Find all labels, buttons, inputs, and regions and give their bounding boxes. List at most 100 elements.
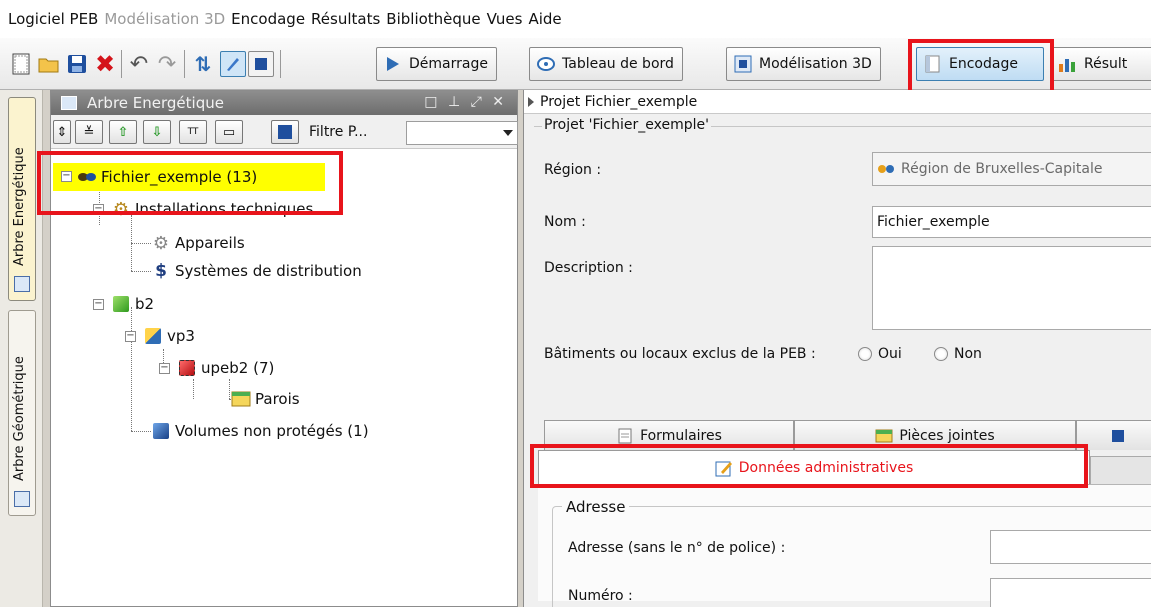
tab-pieces-jointes-label: Pièces jointes — [899, 427, 995, 444]
menu-modelisation-3d[interactable]: Modélisation 3D — [104, 10, 225, 28]
description-field[interactable] — [872, 246, 1151, 330]
tab-arbre-energetique[interactable]: Arbre Energétique — [8, 97, 36, 301]
dashboard-icon — [536, 55, 556, 73]
cube-icon — [1109, 427, 1127, 445]
tree-node-systemes-distribution[interactable]: $ Systèmes de distribution — [151, 259, 362, 283]
breadcrumb-label: Projet Fichier_exemple — [540, 93, 698, 110]
region-icon — [877, 163, 895, 175]
tab-formulaires[interactable]: Formulaires — [544, 420, 794, 450]
adresse-field[interactable] — [990, 530, 1151, 564]
expand-all-icon[interactable]: ⇕ — [53, 120, 71, 144]
document-icon — [923, 55, 943, 73]
group-title: Projet 'Fichier_exemple' — [542, 117, 711, 133]
modelisation-3d-button[interactable]: Modélisation 3D — [726, 47, 881, 81]
tree-node-fichier-exemple[interactable]: Fichier_exemple (13) — [77, 165, 257, 189]
tree-panel-title: Arbre Energétique — [87, 94, 224, 112]
tab-arbre-geometrique-label: Arbre Géométrique — [12, 356, 27, 481]
close-icon[interactable]: ✖ — [92, 50, 118, 78]
tree-connector — [131, 271, 151, 272]
radio-circle — [858, 347, 872, 361]
menu-logiciel-peb[interactable]: Logiciel PEB — [8, 10, 98, 28]
gears-icon: ⚙ — [112, 198, 130, 220]
adresse-title: Adresse — [562, 498, 630, 516]
tree-panel-icon — [14, 276, 30, 292]
undo-icon[interactable]: ↶ — [126, 51, 152, 77]
region-field[interactable]: Région de Bruxelles-Capitale — [872, 152, 1151, 186]
encodage-button[interactable]: Encodage — [916, 47, 1044, 81]
nom-value: Fichier_exemple — [877, 214, 990, 230]
toolbar: ✖ ↶ ↷ ⇅ Démarrage Tableau de bord Modéli… — [0, 38, 1151, 95]
form-icon — [616, 427, 634, 445]
resultats-button[interactable]: Résult — [1051, 47, 1151, 81]
tree-node-upeb2[interactable]: upeb2 (7) — [177, 356, 274, 380]
pencil-edit-icon — [715, 459, 733, 477]
toolbar-separator — [184, 50, 185, 78]
collapse-toggle-installations[interactable]: − — [93, 204, 104, 215]
collapse-toggle-b2[interactable]: − — [93, 299, 104, 310]
menu-resultats[interactable]: Résultats — [311, 10, 380, 28]
collapse-toggle-root[interactable]: − — [61, 171, 72, 182]
tab-arbre-geometrique[interactable]: Arbre Géométrique — [8, 310, 36, 516]
radio-oui-label: Oui — [878, 346, 902, 362]
menu-encodage[interactable]: Encodage — [231, 10, 305, 28]
radio-oui[interactable]: Oui — [858, 346, 902, 362]
toolbar-separator — [121, 50, 122, 78]
tree-node-volumes-non-proteges[interactable]: Volumes non protégés (1) — [151, 419, 369, 443]
tree-node-parois[interactable]: Parois — [231, 387, 300, 411]
tree-node-label: Parois — [255, 390, 300, 408]
tree-node-b2[interactable]: b2 — [111, 292, 154, 316]
filter-dropdown[interactable] — [406, 121, 518, 145]
grid-icon[interactable]: ▭ — [215, 120, 243, 144]
filter-cube-icon[interactable] — [271, 120, 299, 144]
tab-formulaires-label: Formulaires — [640, 427, 722, 444]
tree-connector — [131, 431, 151, 432]
distribution-icon: $ — [155, 261, 167, 281]
tree-node-label: b2 — [135, 295, 155, 313]
encodage-label: Encodage — [949, 56, 1018, 72]
view-3d-icon[interactable] — [248, 51, 274, 77]
tab-arbre-energetique-label: Arbre Energétique — [12, 147, 27, 266]
tree-node-label: upeb2 (7) — [201, 359, 275, 377]
rename-icon[interactable]: T⁠T — [179, 120, 207, 144]
wall-icon — [231, 389, 251, 409]
numero-field[interactable] — [990, 578, 1151, 607]
expand-triangle-icon[interactable] — [528, 96, 534, 107]
tab-pieces-jointes[interactable]: Pièces jointes — [794, 420, 1076, 450]
collapse-toggle-upeb2[interactable]: − — [159, 363, 170, 374]
tree-toolbar: ⇕ ≚ ⇧ ⇩ T⁠T ▭ Filtre P... — [51, 115, 518, 149]
panel-window-controls[interactable]: □ ⊥ ⤢ ✕ — [424, 94, 507, 110]
tab-cut-off[interactable] — [1076, 420, 1151, 450]
gear-icon: ⚙ — [152, 232, 170, 254]
demarrage-button[interactable]: Démarrage — [376, 47, 497, 81]
tree-node-appareils[interactable]: ⚙ Appareils — [151, 231, 245, 255]
open-folder-icon[interactable] — [36, 51, 62, 77]
blue-cube-icon — [151, 421, 171, 441]
refresh-icon[interactable]: ⇅ — [190, 51, 216, 77]
tab-donnees-administratives[interactable]: Données administratives — [538, 450, 1090, 484]
tableau-de-bord-button[interactable]: Tableau de bord — [529, 47, 683, 81]
move-up-icon[interactable]: ⇧ — [109, 120, 137, 144]
tree-node-label: Appareils — [175, 234, 245, 252]
tree-connector — [131, 243, 151, 244]
radio-non[interactable]: Non — [934, 346, 982, 362]
nom-field[interactable]: Fichier_exemple — [872, 206, 1151, 238]
menu-bibliotheque[interactable]: Bibliothèque — [386, 10, 480, 28]
move-down-icon[interactable]: ⇩ — [143, 120, 171, 144]
bar-chart-icon — [1058, 55, 1078, 73]
pointer-tool-icon[interactable] — [220, 51, 246, 77]
save-icon[interactable] — [64, 51, 90, 77]
tree-node-installations-techniques[interactable]: ⚙ Installations techniques — [111, 197, 313, 221]
menu-vues[interactable]: Vues — [487, 10, 523, 28]
cube-icon — [733, 55, 753, 73]
new-file-icon[interactable] — [8, 51, 34, 77]
collapse-toggle-vp3[interactable]: − — [125, 331, 136, 342]
redo-icon[interactable]: ↷ — [154, 51, 180, 77]
tree-node-label: Volumes non protégés (1) — [175, 422, 369, 440]
panel-icon — [61, 96, 77, 110]
tableau-de-bord-label: Tableau de bord — [562, 56, 674, 72]
yellow-blue-cube-icon — [143, 326, 163, 346]
chevron-down-icon — [503, 130, 513, 136]
collapse-all-icon[interactable]: ≚ — [75, 120, 103, 144]
tree-node-vp3[interactable]: vp3 — [143, 324, 195, 348]
menu-aide[interactable]: Aide — [528, 10, 561, 28]
